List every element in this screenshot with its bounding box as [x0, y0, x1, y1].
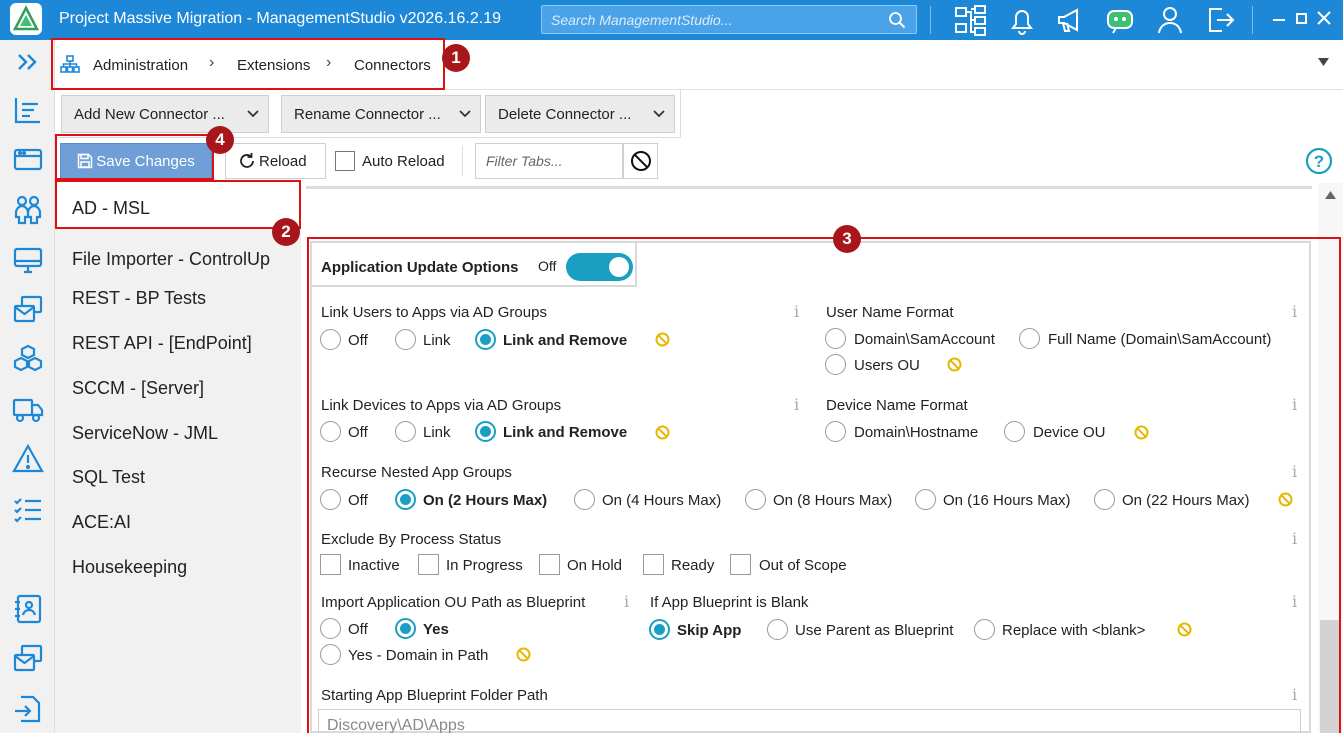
breadcrumb-dropdown-icon[interactable]	[1318, 58, 1329, 66]
mailboxes-icon[interactable]	[12, 294, 44, 326]
tree-icon[interactable]	[953, 2, 989, 38]
logout-icon[interactable]	[1202, 2, 1238, 38]
chevron-down-icon	[246, 107, 260, 121]
packages-icon[interactable]	[12, 343, 44, 375]
connector-item[interactable]: SQL Test	[72, 467, 145, 488]
connector-item[interactable]: ACE:AI	[72, 512, 131, 533]
minimize-icon[interactable]	[1273, 19, 1285, 21]
connector-item[interactable]: REST - BP Tests	[72, 288, 206, 309]
help-icon[interactable]: ?	[1305, 147, 1333, 175]
app-title: Project Massive Migration - ManagementSt…	[59, 10, 502, 27]
bell-icon[interactable]	[1004, 2, 1040, 38]
messages-icon[interactable]	[12, 643, 44, 675]
add-connector-label: Add New Connector ...	[74, 105, 225, 123]
reload-icon	[237, 151, 257, 171]
callout-box-2	[55, 180, 301, 229]
applications-icon[interactable]	[12, 143, 44, 175]
divider	[306, 186, 1312, 189]
connector-item[interactable]: ServiceNow - JML	[72, 423, 218, 444]
callout-badge-3: 3	[833, 225, 861, 253]
clear-filter-button[interactable]	[623, 143, 658, 179]
chevron-down-icon	[458, 107, 472, 121]
devices-icon[interactable]	[12, 244, 44, 276]
svg-text:?: ?	[1314, 152, 1324, 171]
callout-badge-1: 1	[442, 44, 470, 72]
dashboard-icon[interactable]	[12, 94, 44, 126]
search-input[interactable]	[542, 6, 916, 33]
scroll-up-icon[interactable]	[1325, 191, 1336, 199]
chevron-down-icon	[652, 107, 666, 121]
expand-rail-icon[interactable]	[16, 52, 40, 72]
maximize-icon[interactable]	[1296, 13, 1307, 24]
checklist-icon[interactable]	[12, 494, 44, 526]
deployment-truck-icon[interactable]	[12, 393, 44, 425]
divider	[462, 146, 463, 176]
connector-item[interactable]: REST API - [EndPoint]	[72, 333, 252, 354]
connector-item[interactable]: SCCM - [Server]	[72, 378, 204, 399]
reload-button[interactable]: Reload	[225, 143, 326, 179]
add-connector-button[interactable]: Add New Connector ...	[61, 95, 269, 133]
connector-list: File Importer - ControlUp REST - BP Test…	[55, 183, 301, 733]
users-icon[interactable]	[12, 193, 44, 225]
user-icon[interactable]	[1152, 2, 1188, 38]
auto-reload-checkbox[interactable]	[335, 151, 355, 171]
search-icon[interactable]	[888, 11, 906, 29]
callout-box-1	[51, 38, 445, 90]
no-entry-icon	[630, 150, 652, 172]
callout-box-3	[307, 237, 1341, 733]
title-bar: Project Massive Migration - ManagementSt…	[0, 0, 1343, 40]
filter-tabs-input[interactable]	[476, 144, 622, 178]
callout-box-4	[55, 134, 214, 180]
contacts-icon[interactable]	[12, 593, 44, 625]
app-logo-icon	[10, 3, 42, 35]
callout-badge-4: 4	[206, 126, 234, 154]
delete-connector-label: Delete Connector ...	[498, 105, 632, 123]
delete-connector-button[interactable]: Delete Connector ...	[485, 95, 675, 133]
rename-connector-label: Rename Connector ...	[294, 105, 441, 123]
filter-tabs-field[interactable]	[475, 143, 623, 179]
megaphone-icon[interactable]	[1052, 2, 1088, 38]
callout-badge-2: 2	[272, 218, 300, 246]
reload-label: Reload	[259, 152, 307, 170]
auto-reload-label: Auto Reload	[362, 153, 445, 170]
divider	[930, 6, 931, 34]
connector-item[interactable]: Housekeeping	[72, 557, 187, 578]
close-icon[interactable]	[1317, 11, 1331, 25]
chatbot-icon[interactable]	[1102, 2, 1138, 38]
rename-connector-button[interactable]: Rename Connector ...	[281, 95, 481, 133]
import-icon[interactable]	[12, 693, 44, 725]
connector-item[interactable]: File Importer - ControlUp	[72, 249, 270, 270]
divider	[1252, 6, 1253, 34]
global-search[interactable]	[541, 5, 917, 34]
alerts-warning-icon[interactable]	[12, 443, 44, 475]
